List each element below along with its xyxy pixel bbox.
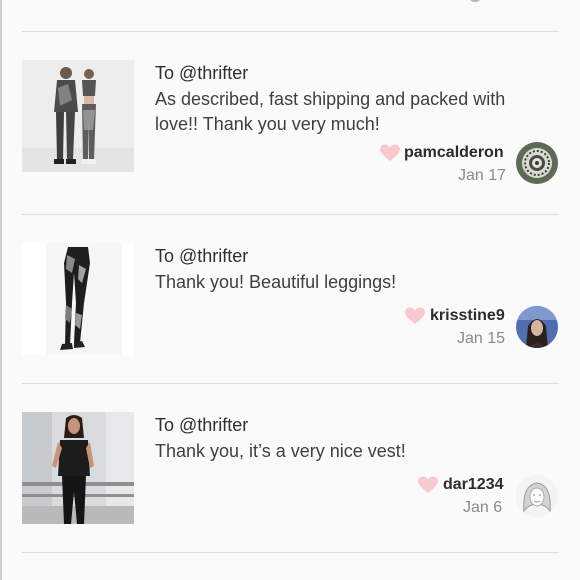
review-message: Thank you, it’s a very nice vest! xyxy=(155,441,406,461)
review-username[interactable]: dar1234 xyxy=(443,476,504,494)
review-username[interactable]: pamcalderon xyxy=(404,144,504,162)
user-avatar[interactable] xyxy=(516,142,558,184)
review-card: To @thrifter As described, fast shipping… xyxy=(0,60,580,184)
review-recipient[interactable]: To @thrifter xyxy=(155,246,248,267)
review-card: To @thrifter Thank you, it’s a very nice… xyxy=(0,412,580,526)
review-message: As described, fast shipping and packed w… xyxy=(155,89,506,134)
review-thumbnail[interactable] xyxy=(22,60,134,172)
review-date: Jan 15 xyxy=(457,330,506,347)
user-avatar[interactable] xyxy=(516,306,558,348)
heart-icon[interactable] xyxy=(404,307,426,325)
review-username[interactable]: krisstine9 xyxy=(430,307,505,325)
divider xyxy=(22,552,559,553)
heart-icon[interactable] xyxy=(379,144,401,162)
review-recipient[interactable]: To @thrifter xyxy=(155,415,248,436)
divider xyxy=(22,31,559,32)
heart-icon[interactable] xyxy=(417,476,439,494)
divider xyxy=(22,214,559,215)
review-card: To @thrifter Thank you! Beautiful leggin… xyxy=(0,243,580,357)
review-message: Thank you! Beautiful leggings! xyxy=(155,272,397,292)
review-date: Jan 6 xyxy=(463,499,503,516)
review-recipient[interactable]: To @thrifter xyxy=(155,63,248,84)
user-avatar[interactable] xyxy=(516,475,558,517)
review-thumbnail[interactable] xyxy=(22,412,134,524)
divider xyxy=(22,383,559,384)
review-thumbnail[interactable] xyxy=(22,243,134,355)
review-date: Jan 17 xyxy=(458,167,507,184)
previous-review-heart-icon xyxy=(468,0,482,2)
